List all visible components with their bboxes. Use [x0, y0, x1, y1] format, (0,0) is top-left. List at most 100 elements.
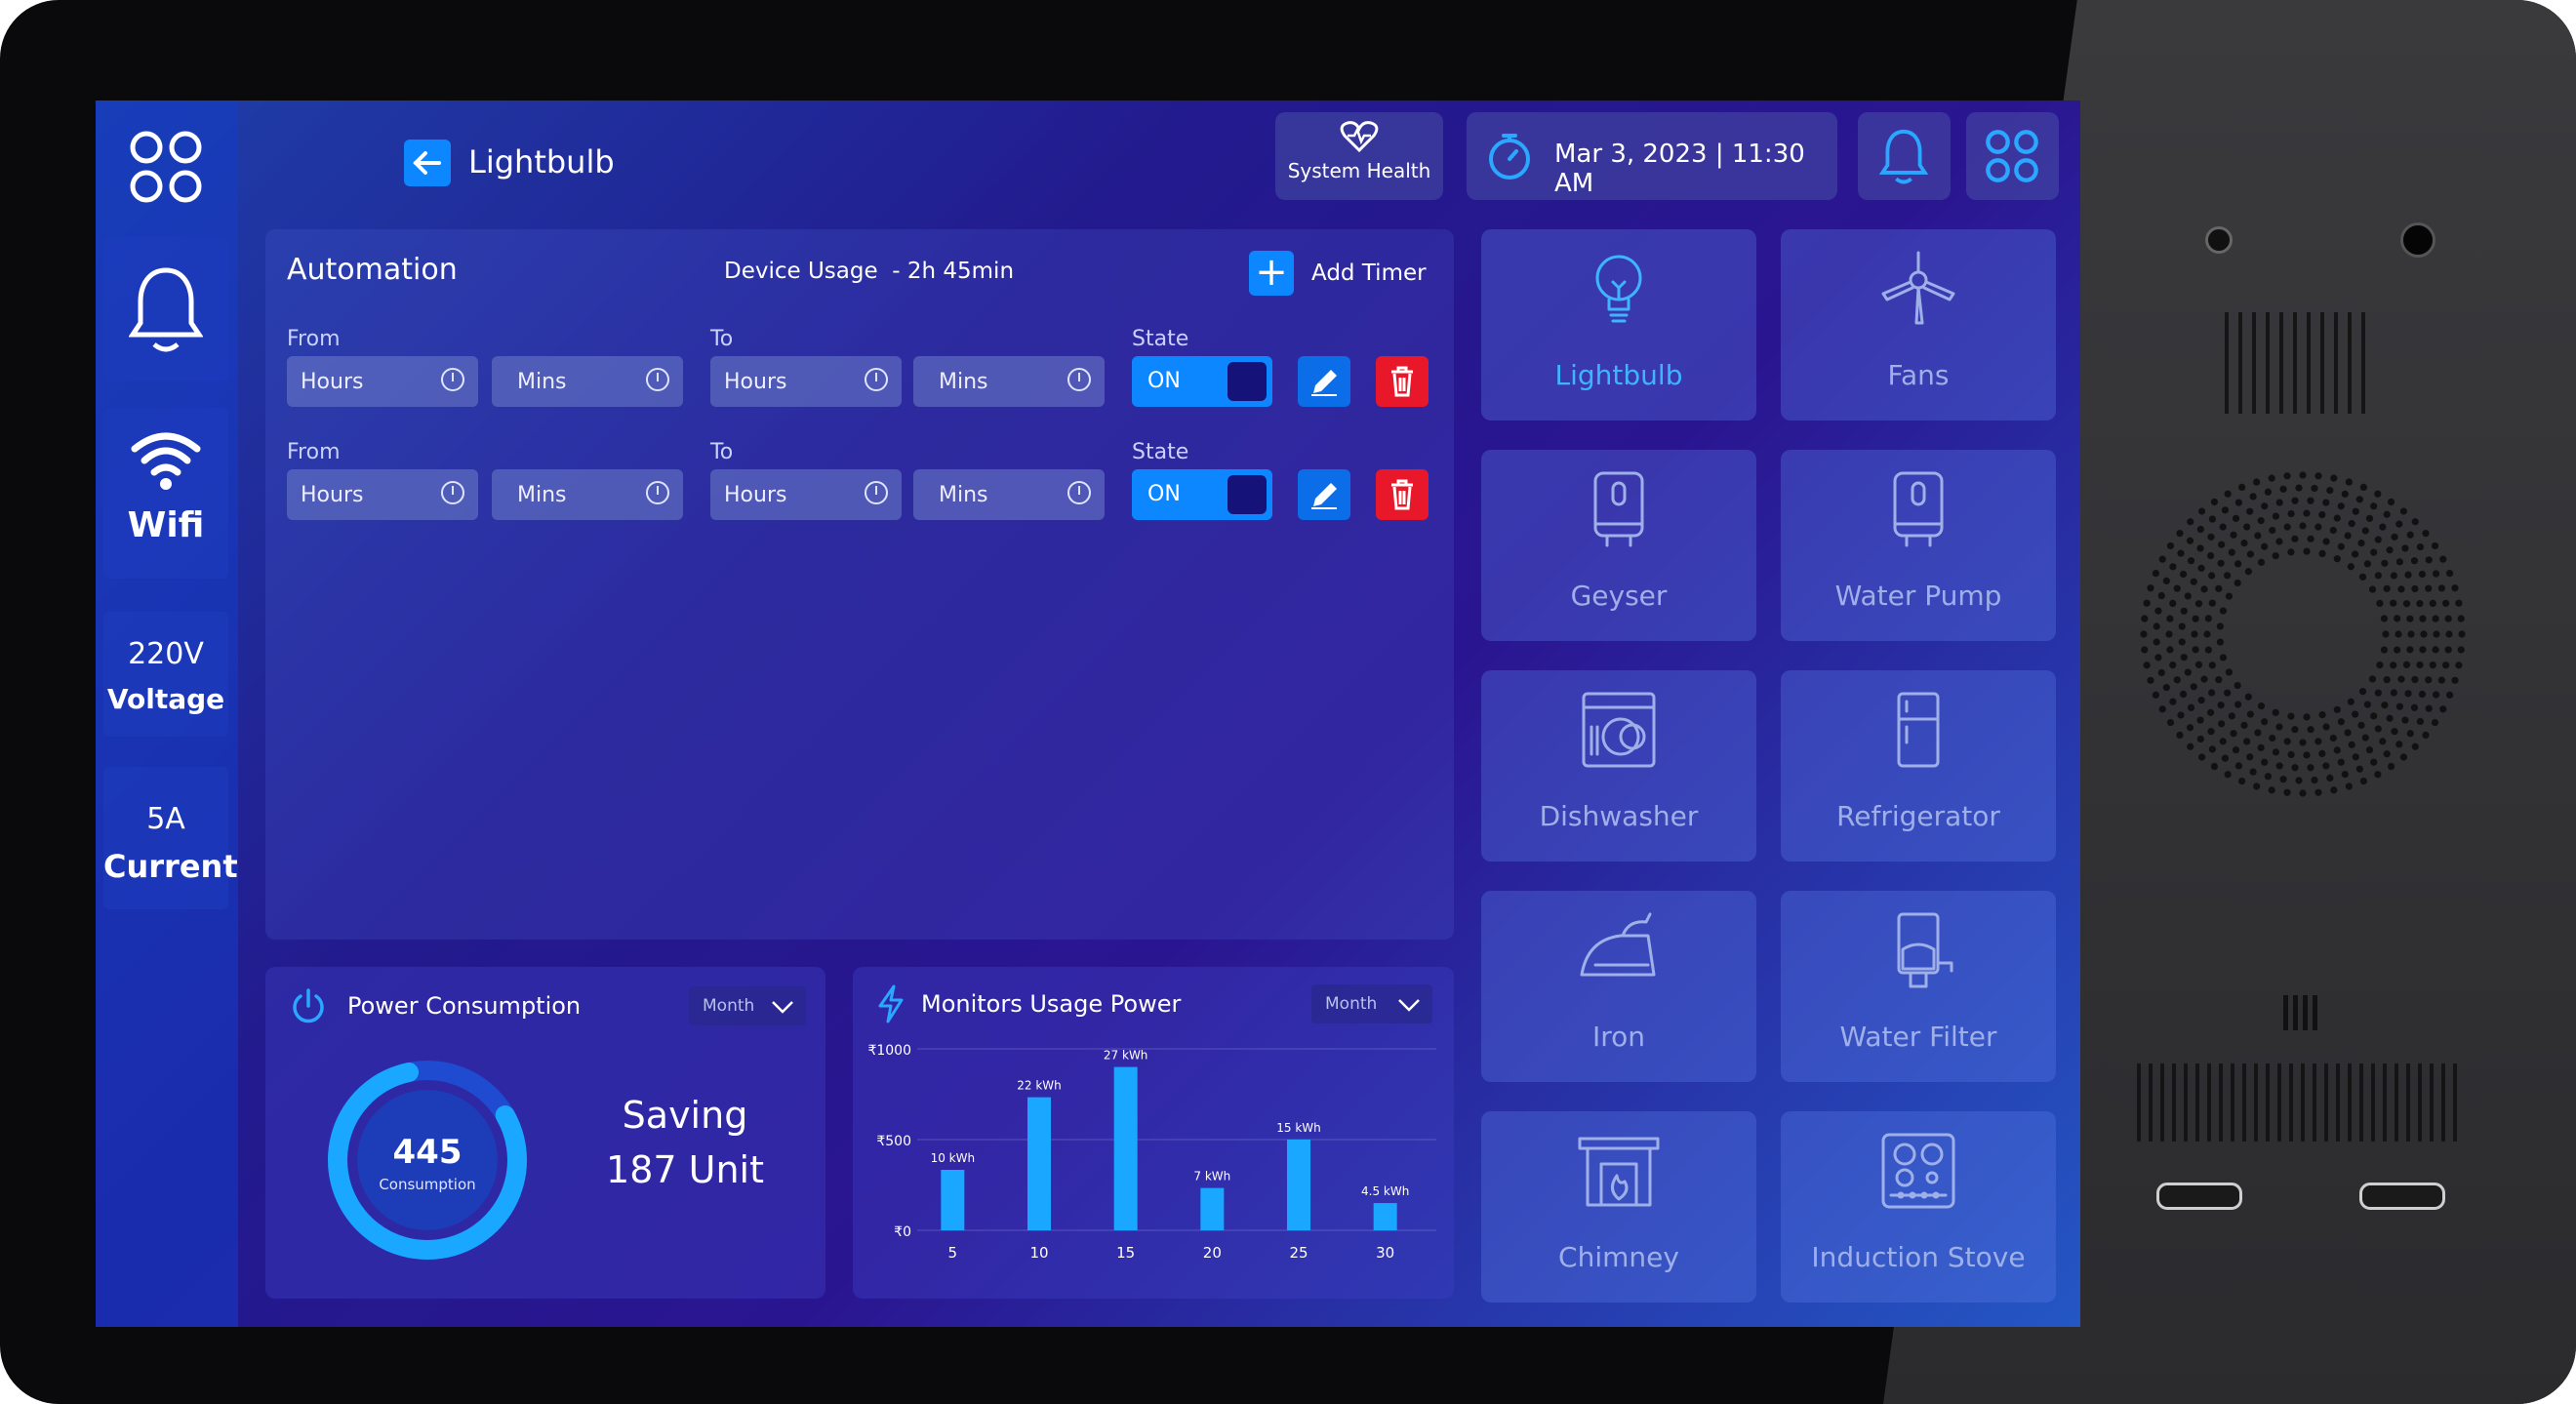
- speaker-hole: [2425, 584, 2433, 592]
- device-label: Fans: [1887, 359, 1950, 391]
- speaker-hole: [2272, 748, 2280, 756]
- speaker-hole: [2225, 668, 2234, 676]
- speaker-hole: [2275, 499, 2283, 506]
- speaker-hole: [2451, 676, 2459, 684]
- speaker-hole: [2457, 615, 2465, 622]
- bar: [941, 1170, 965, 1230]
- device-tile-geyser[interactable]: Geyser: [1481, 450, 1756, 641]
- device-tile-induction-stove[interactable]: Induction Stove: [1781, 1111, 2056, 1303]
- apps-grid-button[interactable]: [103, 110, 228, 218]
- speaker-hole: [2382, 630, 2390, 638]
- clock-icon: [441, 368, 464, 391]
- delete-button[interactable]: [1376, 469, 1429, 520]
- speaker-hole: [2352, 550, 2359, 558]
- speaker-hole: [2370, 758, 2378, 766]
- speaker-hole: [2261, 502, 2269, 510]
- device-tile-fans[interactable]: Fans: [1781, 229, 2056, 421]
- edit-button[interactable]: [1298, 356, 1350, 407]
- speaker-hole: [2368, 585, 2377, 593]
- speaker-hole: [2158, 555, 2166, 563]
- speaker-hole: [2390, 599, 2397, 607]
- clock-icon: [441, 481, 464, 504]
- speaker-hole: [2303, 547, 2311, 555]
- header-notifications-button[interactable]: [1858, 112, 1951, 200]
- back-button[interactable]: [404, 140, 451, 186]
- speaker-hole: [2254, 532, 2262, 540]
- speaker-hole: [2345, 478, 2353, 486]
- header-apps-button[interactable]: [1966, 112, 2059, 200]
- speaker-hole: [2418, 570, 2427, 579]
- speaker-hole: [2399, 753, 2408, 761]
- speaker-hole: [2303, 751, 2311, 759]
- speaker-hole: [2219, 523, 2227, 531]
- y-tick-label: ₹1000: [867, 1043, 911, 1059]
- mic-grille: [2283, 995, 2317, 1030]
- speaker-hole: [2261, 758, 2269, 766]
- device-tile-iron[interactable]: Iron: [1481, 891, 1756, 1082]
- current-value: 5A: [146, 802, 185, 836]
- speaker-hole: [2208, 662, 2216, 669]
- to-mins-select[interactable]: Mins: [913, 356, 1105, 407]
- from-hours-select[interactable]: Hours: [287, 356, 478, 407]
- consumption-label: Consumption: [379, 1176, 476, 1193]
- speaker-hole: [2208, 515, 2216, 523]
- water-pump-icon: [1893, 471, 1944, 547]
- speaker-hole: [2154, 654, 2162, 662]
- usage-bar-chart: ₹1000 ₹500 ₹0 10 kWh 5 22 kWh 10 27 kWh 15 7 kWh 2…: [867, 1043, 1436, 1262]
- device-tile-chimney[interactable]: Chimney: [1481, 1111, 1756, 1303]
- device-label: Iron: [1591, 1021, 1646, 1053]
- wifi-tile[interactable]: Wifi: [103, 408, 228, 579]
- monitors-usage-card: Monitors Usage Power Month ₹1000 ₹500 ₹0 10…: [853, 967, 1454, 1299]
- speaker-hole: [2190, 683, 2197, 691]
- speaker-hole: [2383, 584, 2391, 592]
- from-mins-select[interactable]: Mins: [492, 469, 683, 520]
- speaker-hole: [2374, 725, 2382, 733]
- speaker-hole: [2379, 738, 2387, 745]
- speaker-hole: [2341, 490, 2349, 498]
- device-label: Refrigerator: [1836, 800, 2000, 832]
- to-mins-text: Mins: [939, 483, 988, 507]
- device-tile-refrigerator[interactable]: Refrigerator: [1781, 670, 2056, 862]
- heart-pulse-icon: [1340, 121, 1379, 153]
- speaker-hole: [2196, 716, 2204, 724]
- datetime-display: Mar 3, 2023 | 11:30 AM: [1467, 112, 1837, 200]
- from-hours-select[interactable]: Hours: [287, 469, 478, 520]
- speaker-hole: [2219, 738, 2227, 745]
- speaker-hole: [2178, 638, 2186, 646]
- state-toggle[interactable]: ON: [1132, 469, 1272, 520]
- speaker-hole: [2287, 548, 2295, 556]
- speaker-hole: [2234, 579, 2241, 587]
- from-mins-select[interactable]: Mins: [492, 356, 683, 407]
- speaker-hole: [2432, 615, 2439, 622]
- power-period-select[interactable]: Month: [689, 986, 806, 1025]
- to-hours-select[interactable]: Hours: [710, 356, 902, 407]
- from-label: From: [287, 327, 341, 351]
- delete-button[interactable]: [1376, 356, 1429, 407]
- monitor-period-select[interactable]: Month: [1311, 984, 1432, 1023]
- speaker-hole: [2179, 570, 2188, 579]
- device-tile-water-pump[interactable]: Water Pump: [1781, 450, 2056, 641]
- stopwatch-icon: [1489, 134, 1530, 180]
- device-tile-dishwasher[interactable]: Dishwasher: [1481, 670, 1756, 862]
- speaker-hole: [2200, 585, 2208, 593]
- speaker-hole: [2390, 662, 2397, 669]
- to-mins-select[interactable]: Mins: [913, 469, 1105, 520]
- clock-icon: [1067, 368, 1091, 391]
- speaker-hole: [2322, 723, 2330, 731]
- notifications-button[interactable]: [103, 237, 228, 381]
- speaker-hole: [2253, 782, 2261, 790]
- speaker-hole: [2208, 745, 2216, 753]
- system-health-button[interactable]: System Health: [1275, 112, 1443, 200]
- edit-button[interactable]: [1298, 469, 1350, 520]
- add-timer-button[interactable]: + Add Timer: [1249, 251, 1434, 296]
- device-tile-water-filter[interactable]: Water Filter: [1781, 891, 2056, 1082]
- speaker-hole: [2197, 753, 2206, 761]
- state-label: State: [1132, 440, 1189, 464]
- state-toggle[interactable]: ON: [1132, 356, 1272, 407]
- to-hours-select[interactable]: Hours: [710, 469, 902, 520]
- trash-icon: [1391, 366, 1413, 397]
- speaker-hole: [2401, 716, 2409, 724]
- device-tile-lightbulb[interactable]: Lightbulb: [1481, 229, 1756, 421]
- speaker-hole: [2402, 600, 2411, 608]
- speaker-hole: [2419, 615, 2427, 622]
